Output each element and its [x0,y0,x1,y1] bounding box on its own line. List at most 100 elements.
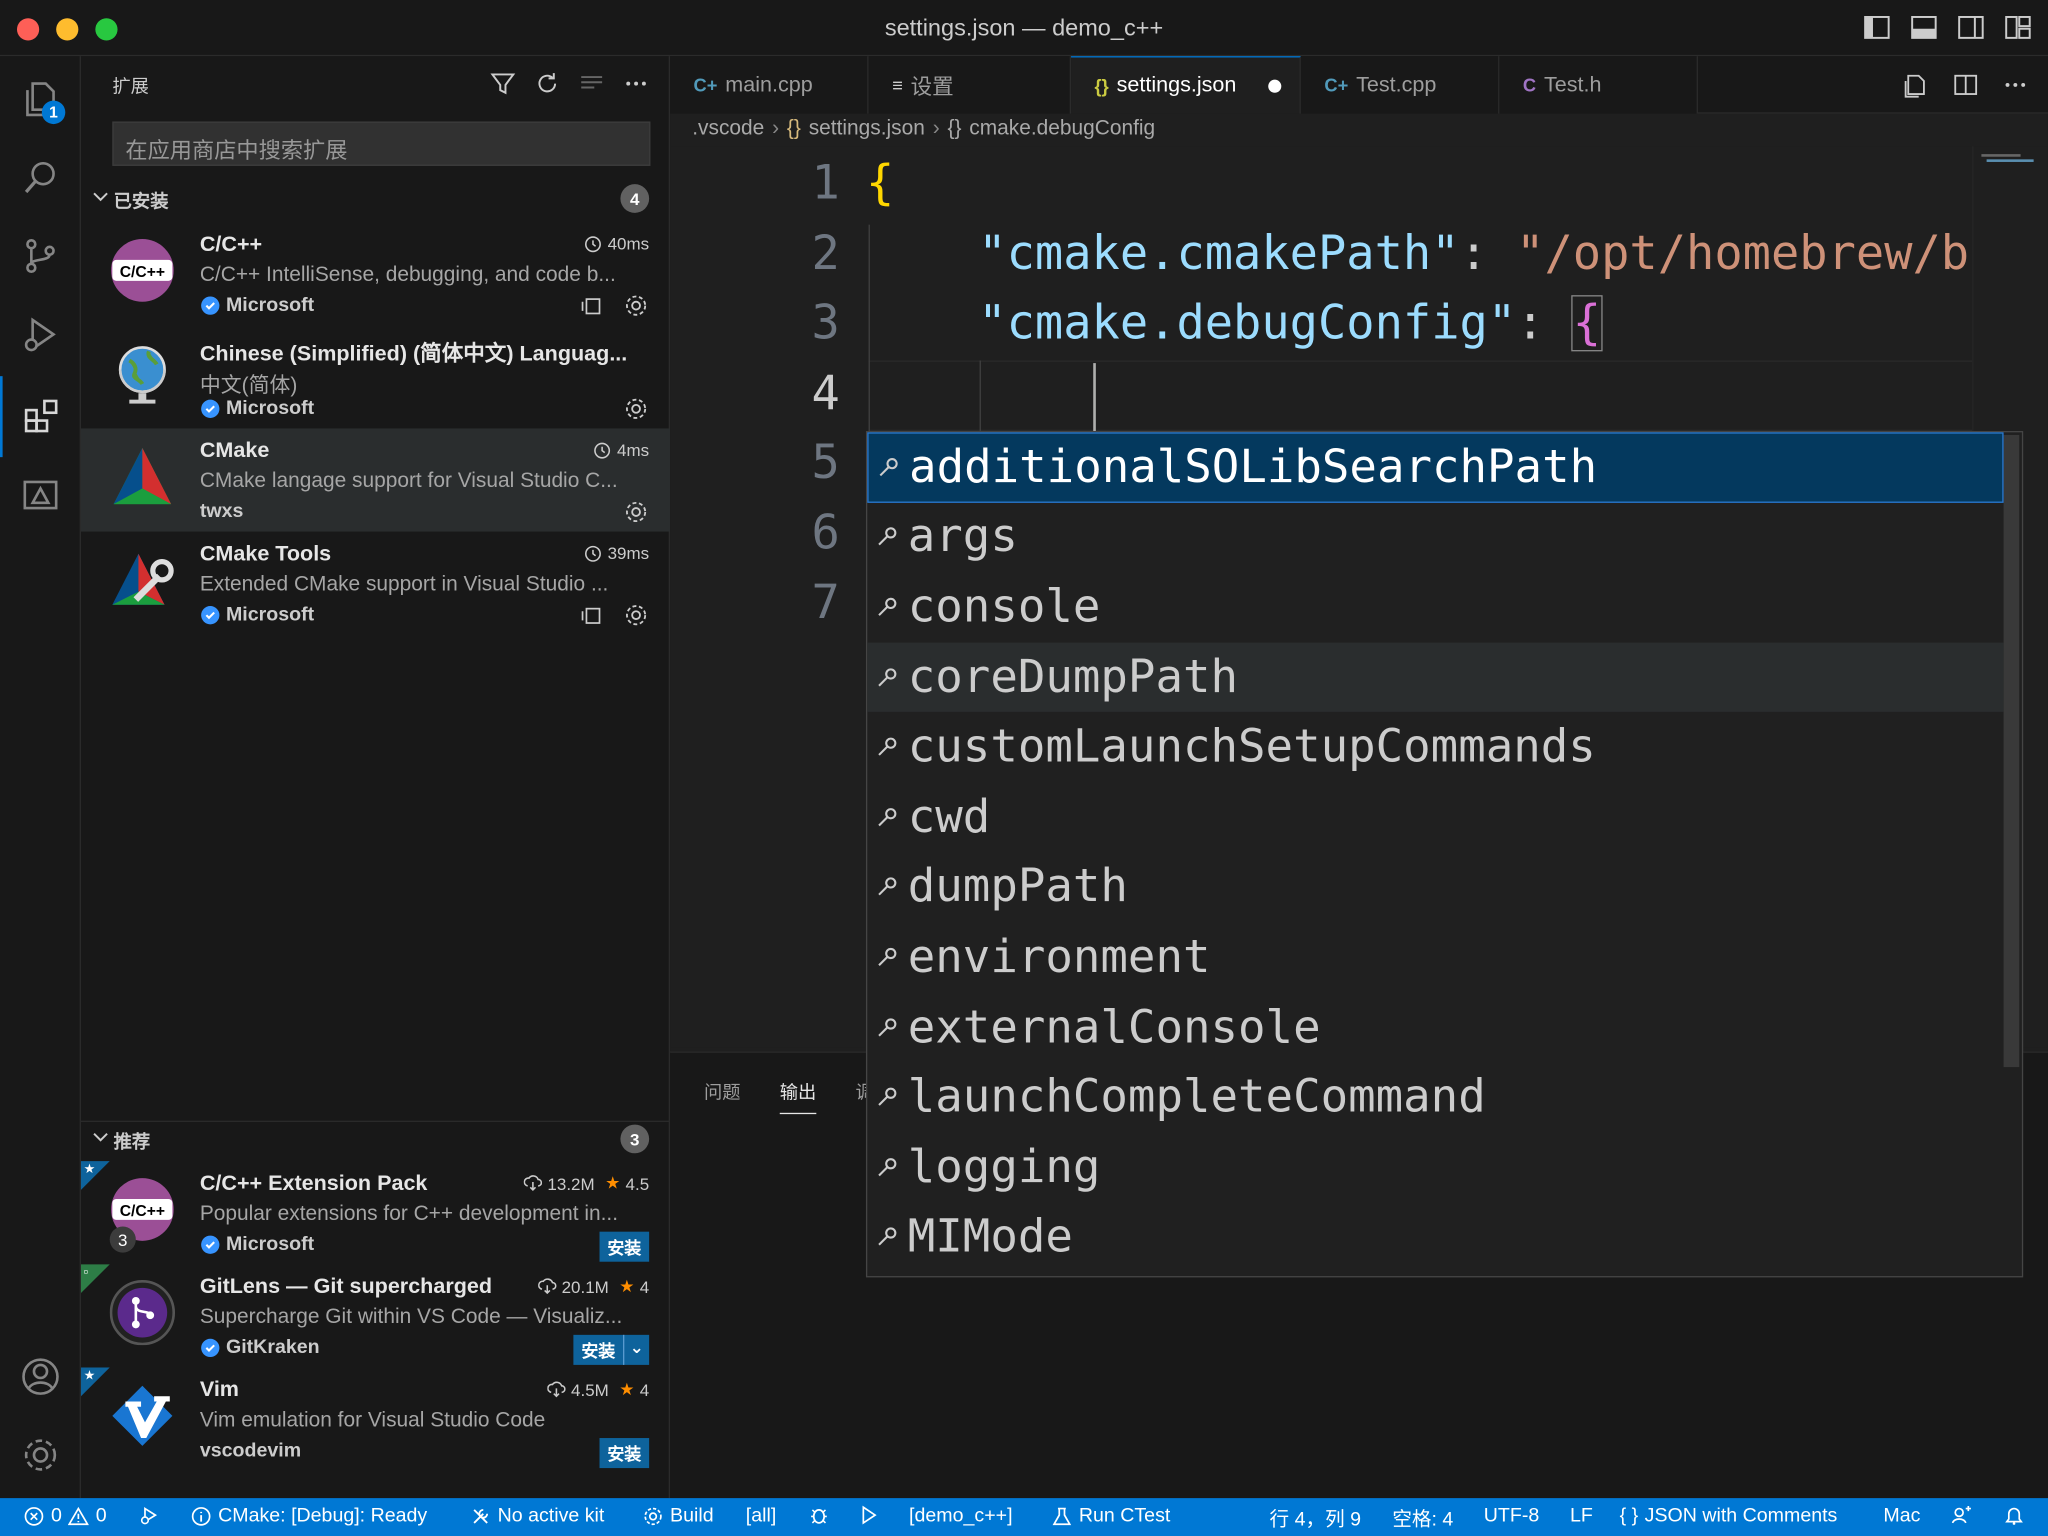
chevron-down-icon [93,192,108,202]
remote-status[interactable] [138,1505,159,1526]
extensions-button[interactable] [0,376,81,458]
source-control-button[interactable] [0,216,81,297]
unsaved-dot-icon[interactable] [1268,79,1282,93]
remote-explorer-icon [23,480,58,510]
activation-time: 39ms [584,543,649,563]
end-of-line[interactable]: LF [1570,1505,1593,1527]
tab-settings-json[interactable]: {} settings.json [1071,56,1301,114]
extension-item[interactable]: CMake Tools Extended CMake support in Vi… [81,532,670,635]
suggestion-label: dumpPath [907,861,1128,914]
suggestion-item[interactable]: additionalSOLibSearchPath [867,432,2004,503]
clear-icon[interactable] [577,69,606,98]
suggestion-item[interactable]: launchCompleteCommand [867,1062,2003,1132]
chevron-down-icon[interactable]: ⌄ [623,1334,649,1365]
notifications-button[interactable] [2004,1505,2025,1526]
tab-test-cpp[interactable]: C+ Test.cpp [1300,56,1500,114]
extension-item[interactable]: ▫ GitLens — Git supercharged Supercharge… [80,1264,670,1367]
suggestion-item[interactable]: MIMode [867,1202,2003,1272]
extension-name: GitLens — Git supercharged [199,1274,493,1299]
encoding[interactable]: UTF-8 [1484,1505,1540,1527]
suggestion-item[interactable]: coreDumpPath [867,642,2004,713]
run-debug-button[interactable] [0,294,81,375]
breadcrumb-item[interactable]: cmake.debugConfig [969,118,1155,142]
install-button[interactable]: 安装 [599,1438,650,1469]
property-wrench-icon [878,1157,897,1176]
language-mode[interactable]: { } JSON with Comments [1620,1505,1838,1527]
gear-icon[interactable] [623,396,649,422]
build-target[interactable]: [all] [746,1505,776,1527]
platform[interactable]: Mac [1883,1505,1920,1527]
launch-button[interactable] [858,1505,879,1526]
extension-item[interactable]: CMake CMake langage support for Visual S… [80,428,671,532]
breadcrumb-item[interactable]: .vscode [692,118,764,142]
breadcrumb-item[interactable]: settings.json [809,118,925,142]
suggestion-item[interactable]: args [867,502,2003,572]
extension-item[interactable]: C/C++ C/C++ C/C++ IntelliSense, debuggin… [81,222,670,325]
extension-publisher: Microsoft [200,603,314,626]
customize-layout-icon[interactable] [2004,13,2033,42]
install-button[interactable]: 安装 [599,1231,650,1262]
suggestion-item[interactable]: customLaunchSetupCommands [867,712,2003,782]
indentation[interactable]: 空格: 4 [1392,1505,1453,1532]
suggestion-item[interactable]: dumpPath [867,852,2003,922]
cmake-logo [113,447,172,505]
cpp-pack-logo-text: C/C++ [120,1203,165,1220]
tab-settings-ui[interactable]: ≡ 设置 [868,56,1072,114]
tab-main-cpp[interactable]: C+ main.cpp [670,56,869,114]
tab-test-h[interactable]: C Test.h [1499,56,1698,114]
extension-item[interactable]: ★ Vim Vim emulation for Visual Studio Co… [80,1367,670,1471]
gear-icon[interactable] [623,499,649,525]
install-button[interactable]: 安装 [573,1335,623,1365]
history-icon [585,235,602,252]
accounts-button[interactable] [0,1336,81,1417]
extension-item[interactable]: ★ C/C++ 3 C/C++ Extension Pack Popular e… [80,1161,670,1264]
line-number: 4 [811,367,840,421]
toggle-secondary-sidebar-icon[interactable] [1957,13,1986,42]
suggestion-item[interactable]: environment [867,922,2003,992]
recommended-section-header[interactable]: 推荐 3 [80,1120,671,1158]
suggestion-item[interactable]: externalConsole [867,992,2003,1062]
tab-problems[interactable]: 问题 [704,1079,741,1105]
search-button[interactable] [0,137,81,218]
kit-status[interactable]: No active kit [470,1505,604,1527]
installed-section-header[interactable]: 已安装 4 [81,182,670,219]
build-button[interactable]: Build [643,1505,714,1527]
refresh-icon[interactable] [533,69,562,98]
launch-target[interactable]: [demo_c++] [909,1505,1012,1527]
suggestion-item[interactable]: console [867,572,2003,642]
explorer-button[interactable]: 1 [0,59,81,140]
extension-description: Extended CMake support in Visual Studio … [199,573,609,596]
more-actions-icon[interactable] [622,69,651,98]
line-number: 1 [811,156,840,211]
cmake-status-text: CMake: [Debug]: Ready [218,1504,428,1527]
sync-ignored-icon[interactable] [579,602,605,628]
suggestion-item[interactable]: logging [867,1132,2003,1202]
manage-button[interactable] [0,1415,81,1496]
sync-ignored-icon[interactable] [579,293,605,319]
install-split-button[interactable]: 安装 ⌄ [573,1334,650,1365]
gear-icon[interactable] [623,602,649,628]
cmake-status[interactable]: CMake: [Debug]: Ready [191,1504,428,1527]
cursor-position[interactable]: 行 4，列 9 [1270,1505,1361,1532]
toggle-panel-icon[interactable] [1910,13,1939,42]
open-settings-ui-icon[interactable] [1902,71,1931,100]
remote-explorer-button[interactable] [0,455,81,536]
suggest-scrollbar[interactable] [2003,434,2020,1068]
extension-item[interactable]: Chinese (Simplified) (简体中文) Languag... 中… [81,325,670,428]
more-actions-icon[interactable] [2001,71,2030,100]
gear-icon[interactable] [623,293,649,319]
suggestion-item[interactable]: cwd [867,782,2003,852]
info-icon [191,1506,211,1526]
filter-icon[interactable] [488,69,517,98]
suggestion-label: logging [907,1141,1101,1194]
rating: 4 [639,1379,650,1400]
run-ctest-button[interactable]: Run CTest [1051,1505,1170,1527]
split-editor-icon[interactable] [1951,71,1980,100]
gear-icon [644,1507,662,1525]
extension-search-input[interactable]: 在应用商店中搜索扩展 [112,121,651,166]
tab-output[interactable]: 输出 [779,1079,817,1115]
toggle-primary-sidebar-icon[interactable] [1863,13,1892,42]
debug-button[interactable] [808,1505,829,1526]
feedback-button[interactable] [1951,1505,1972,1526]
problems-status[interactable]: 0 0 [24,1505,107,1527]
